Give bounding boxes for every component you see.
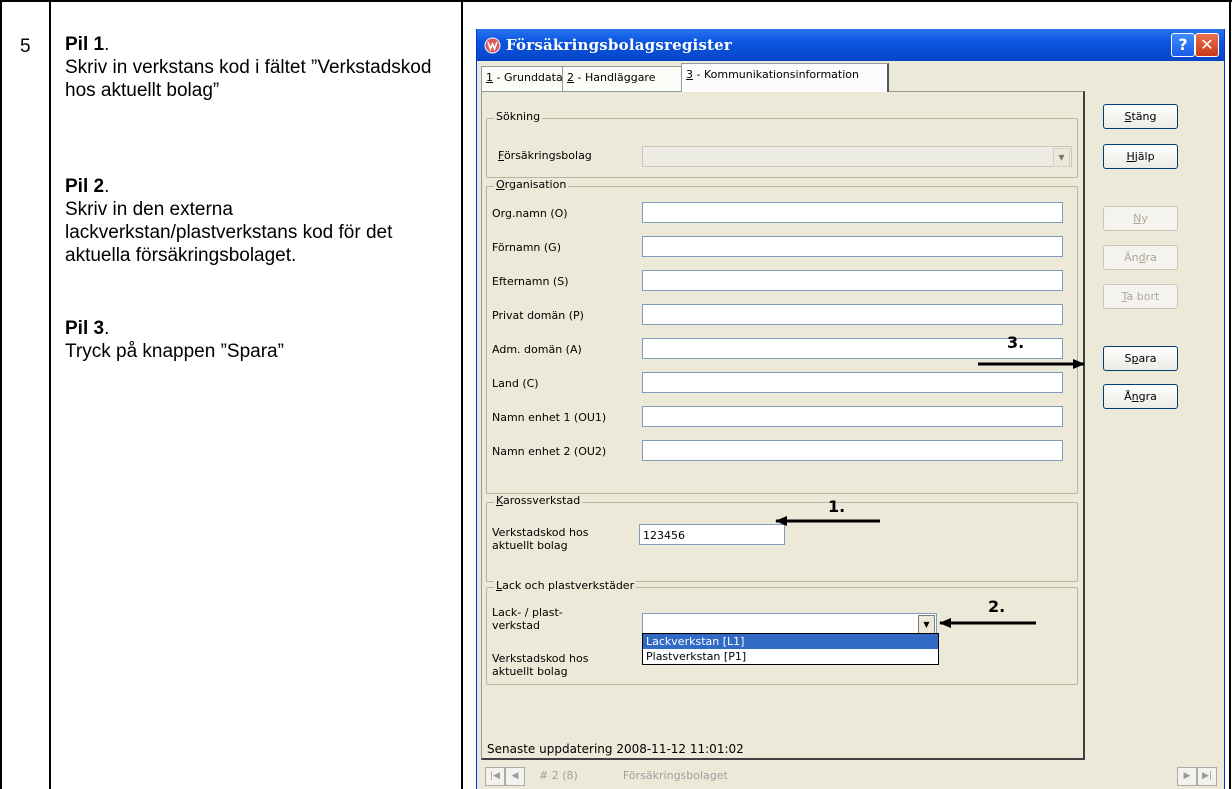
arrow-2-label: 2. <box>988 597 1006 616</box>
tab-accesskey: 3 <box>686 68 693 81</box>
arrow-3-label: 3. <box>1007 333 1025 352</box>
tab-kommunikationsinformation[interactable]: 3 - Kommunikationsinformation <box>681 63 889 92</box>
tab-label: - Kommunikationsinformation <box>693 68 859 81</box>
arrow-1-label: 1. <box>828 497 846 516</box>
annotation-arrows <box>775 359 1085 628</box>
